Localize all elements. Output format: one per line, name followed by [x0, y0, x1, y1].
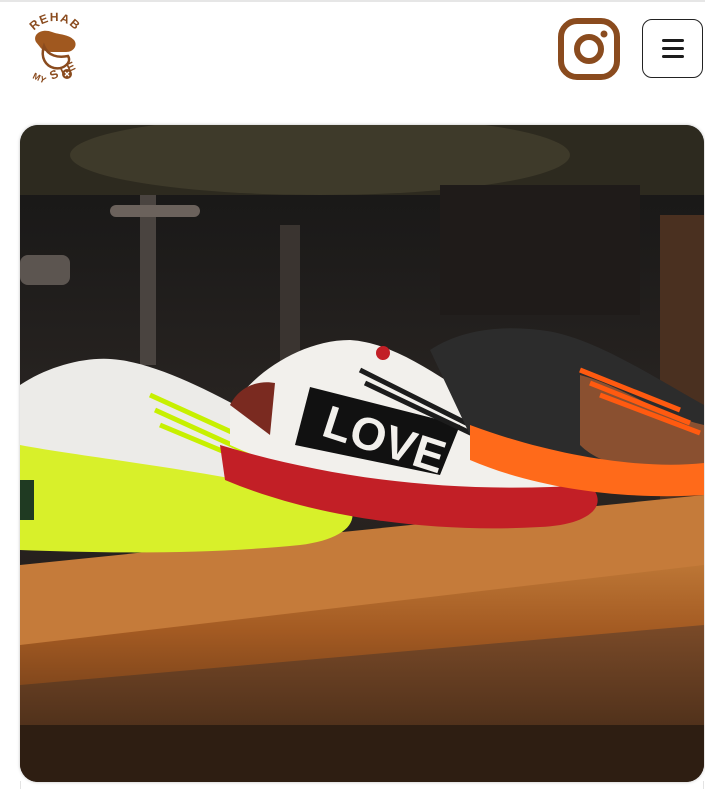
menu-button[interactable]: [642, 19, 703, 78]
hamburger-menu-icon: [661, 39, 684, 58]
top-divider: [0, 0, 705, 2]
card-edge: [20, 781, 704, 789]
instagram-icon[interactable]: [558, 18, 620, 80]
logo-my-text: MY: [31, 71, 47, 86]
svg-text:REHAB: REHAB: [27, 12, 84, 33]
rehab-my-sole-logo[interactable]: REHAB MY S LE: [18, 10, 92, 88]
logo-sole-text: S LE: [47, 59, 77, 83]
sneakers-display-photo: LOVE: [20, 125, 704, 782]
logo-top-text: REHAB: [27, 10, 83, 33]
